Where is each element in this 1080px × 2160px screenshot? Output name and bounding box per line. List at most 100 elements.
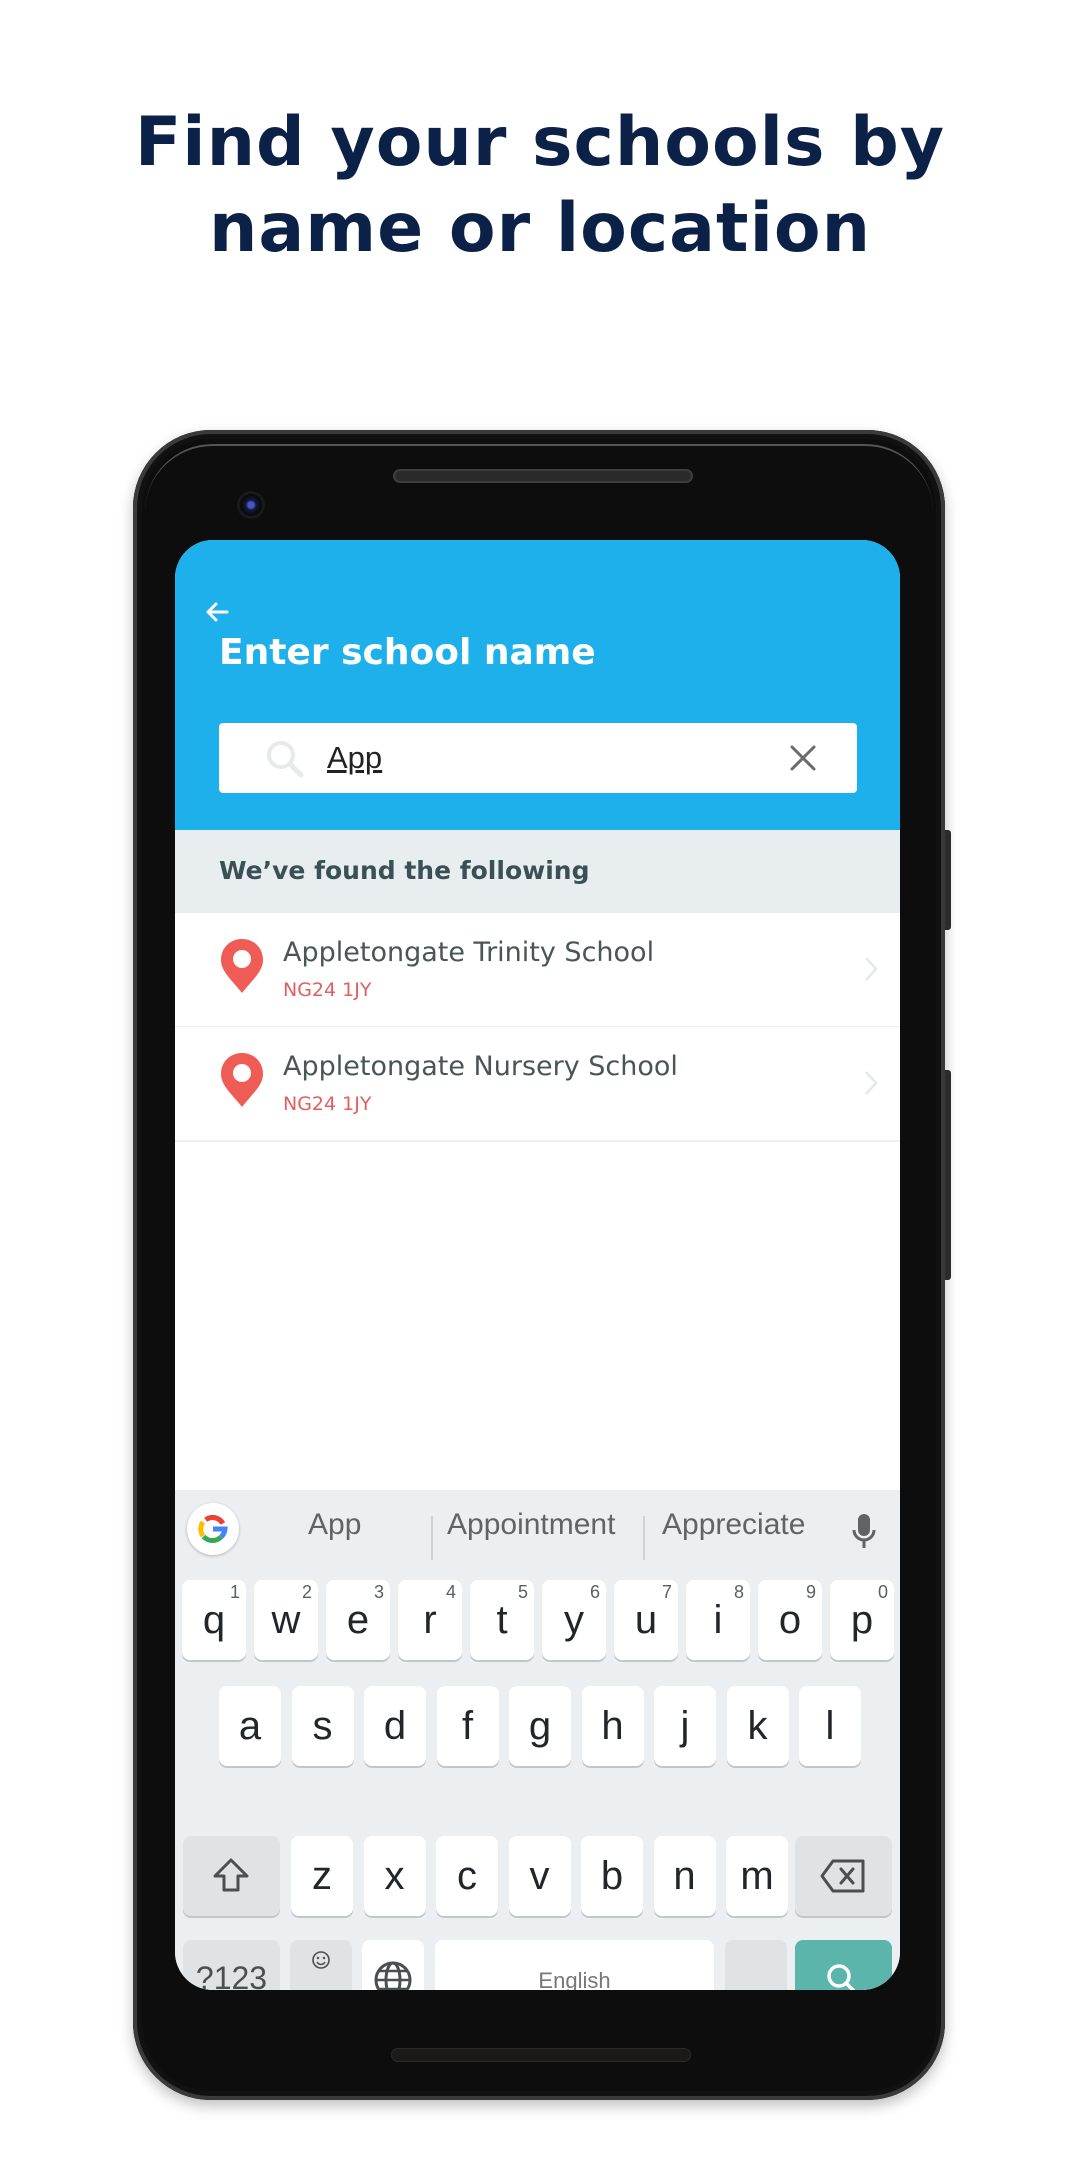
key-label: q: [202, 1598, 226, 1642]
suggestion-divider: [643, 1516, 645, 1560]
page-headline: Find your schools by name or location: [0, 100, 1080, 272]
period-key[interactable]: .: [725, 1940, 787, 1990]
suggestion-bar: App Appointment Appreciate: [175, 1490, 900, 1565]
key-label: m: [740, 1854, 774, 1898]
close-icon[interactable]: [787, 742, 819, 774]
key-o[interactable]: 9o: [758, 1580, 822, 1660]
key-k[interactable]: k: [726, 1686, 789, 1766]
key-t[interactable]: 5t: [470, 1580, 534, 1660]
results-header: We’ve found the following: [175, 830, 900, 913]
key-f[interactable]: f: [436, 1686, 499, 1766]
key-label: a: [238, 1704, 262, 1748]
shift-icon: [213, 1858, 249, 1892]
arrow-left-icon[interactable]: [201, 596, 233, 628]
key-i[interactable]: 8i: [686, 1580, 750, 1660]
key-z[interactable]: z: [291, 1836, 353, 1916]
chevron-right-icon: [865, 1071, 878, 1095]
front-camera: [240, 494, 262, 516]
key-label: l: [825, 1704, 835, 1748]
language-key[interactable]: [362, 1940, 424, 1990]
key-label: y: [564, 1598, 584, 1642]
school-postcode: NG24 1JY: [283, 1093, 372, 1115]
phone-frame: Enter school name We’ve found the follow…: [133, 430, 951, 2100]
key-label: w: [271, 1598, 301, 1642]
key-h[interactable]: h: [581, 1686, 644, 1766]
comma-label: ,: [316, 1968, 326, 1990]
key-label: c: [457, 1854, 477, 1898]
globe-icon: [374, 1961, 412, 1990]
symbols-key-label: ?123: [195, 1960, 268, 1990]
search-icon: [827, 1964, 856, 1990]
school-name: Appletongate Nursery School: [283, 1051, 678, 1082]
key-label: u: [634, 1598, 658, 1642]
space-key[interactable]: English: [435, 1940, 714, 1990]
key-label: j: [680, 1704, 690, 1748]
key-g[interactable]: g: [509, 1686, 571, 1766]
result-item[interactable]: Appletongate Trinity School NG24 1JY: [175, 913, 900, 1028]
key-label: e: [346, 1598, 370, 1642]
key-m[interactable]: m: [726, 1836, 788, 1916]
backspace-key[interactable]: [795, 1836, 892, 1916]
key-label: s: [312, 1704, 333, 1748]
chevron-right-icon: [865, 957, 878, 981]
search-field[interactable]: [219, 723, 857, 793]
emoji-icon: [312, 1951, 330, 1969]
earpiece-speaker: [393, 469, 693, 483]
key-j[interactable]: j: [654, 1686, 716, 1766]
microphone-icon[interactable]: [851, 1512, 877, 1552]
power-button: [945, 830, 951, 930]
phone-screen: Enter school name We’ve found the follow…: [175, 540, 900, 1990]
search-input[interactable]: [327, 735, 767, 781]
backspace-icon: [820, 1859, 865, 1893]
key-l[interactable]: l: [799, 1686, 861, 1766]
key-u[interactable]: 7u: [614, 1580, 678, 1660]
key-c[interactable]: c: [436, 1836, 498, 1916]
google-g-icon: [198, 1514, 228, 1544]
key-p[interactable]: 0p: [830, 1580, 894, 1660]
key-label: x: [384, 1854, 405, 1898]
shift-key[interactable]: [183, 1836, 280, 1916]
school-postcode: NG24 1JY: [283, 979, 372, 1001]
key-v[interactable]: v: [508, 1836, 571, 1916]
suggestion-3[interactable]: Appreciate: [662, 1508, 805, 1542]
headline-line-2: name or location: [208, 189, 872, 268]
period-label: .: [751, 1964, 761, 1990]
key-label: d: [383, 1704, 407, 1748]
key-r[interactable]: 4r: [398, 1580, 462, 1660]
symbols-key[interactable]: ?123: [183, 1940, 280, 1990]
key-n[interactable]: n: [653, 1836, 716, 1916]
key-s[interactable]: s: [291, 1686, 354, 1766]
key-x[interactable]: x: [363, 1836, 426, 1916]
headline-line-1: Find your schools by: [134, 103, 946, 182]
map-pin-icon: [221, 1053, 263, 1107]
suggestion-1[interactable]: App: [308, 1508, 361, 1542]
search-icon: [267, 741, 304, 778]
key-label: f: [461, 1704, 474, 1748]
space-key-label: English: [538, 1968, 611, 1990]
key-label: v: [529, 1854, 550, 1898]
result-item[interactable]: Appletongate Nursery School NG24 1JY: [175, 1027, 900, 1142]
search-action-key[interactable]: [795, 1940, 892, 1990]
page-title: Enter school name: [219, 632, 596, 673]
map-pin-icon: [221, 939, 263, 993]
key-e[interactable]: 3e: [326, 1580, 390, 1660]
volume-button: [945, 1070, 951, 1280]
google-button[interactable]: [187, 1503, 239, 1555]
key-a[interactable]: a: [219, 1686, 281, 1766]
results-header-label: We’ve found the following: [219, 856, 590, 885]
key-label: z: [312, 1854, 332, 1898]
suggestion-2[interactable]: Appointment: [447, 1508, 615, 1542]
key-q[interactable]: 1q: [182, 1580, 246, 1660]
app-bar: Enter school name: [175, 540, 900, 830]
school-name: Appletongate Trinity School: [283, 937, 655, 968]
comma-emoji-key[interactable]: ,: [290, 1940, 352, 1990]
key-label: i: [713, 1598, 723, 1642]
key-y[interactable]: 6y: [542, 1580, 606, 1660]
key-w[interactable]: 2w: [254, 1580, 318, 1660]
key-b[interactable]: b: [581, 1836, 643, 1916]
key-label: p: [850, 1598, 874, 1642]
key-d[interactable]: d: [364, 1686, 426, 1766]
key-label: o: [778, 1598, 802, 1642]
key-label: t: [496, 1598, 508, 1642]
key-label: h: [601, 1704, 624, 1748]
